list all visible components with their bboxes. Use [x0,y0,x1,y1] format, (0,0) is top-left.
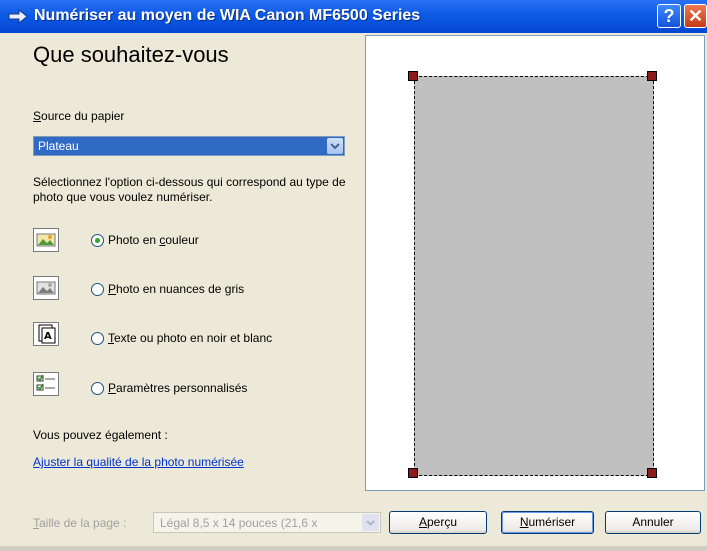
custom-settings-radio[interactable] [91,382,104,395]
adjust-quality-link[interactable]: Ajuster la qualité de la photo numérisée [33,455,244,469]
option-2-post: hoto en nuances de gris [116,282,245,296]
page-size-label-rest: aille de la page : [39,516,127,530]
color-photo-radio[interactable] [91,234,104,247]
text-bw-icon: A [33,322,59,346]
option-2-key: P [108,282,117,296]
chevron-down-icon [362,514,379,531]
help-button[interactable]: ? [657,4,681,28]
scan-dialog: Numériser au moyen de WIA Canon MF6500 S… [0,0,707,551]
page-title: Que souhaitez-vous [33,42,229,67]
color-photo-icon [33,228,59,252]
svg-text:A: A [44,331,52,342]
option-1-pre: Photo en [108,233,160,247]
scan-area[interactable] [414,76,654,476]
crop-handle-bottom-right[interactable] [647,468,657,478]
cancel-button[interactable]: Annuler [605,511,701,534]
scan-button-post: umériser [528,515,576,529]
instruction-text: Sélectionnez l'option ci-dessous qui cor… [33,175,346,204]
close-button[interactable]: ✕ [684,4,707,28]
crop-handle-bottom-left[interactable] [408,468,418,478]
bottom-strip [0,546,707,551]
option-1-post: ouleur [165,233,199,247]
scan-button[interactable]: Numériser [501,511,594,534]
paper-source-select[interactable]: Plateau [33,136,345,156]
text-bw-label[interactable]: Texte ou photo en noir et blanc [108,331,272,345]
paper-source-label: Source du papier [33,109,124,123]
grayscale-photo-radio[interactable] [91,283,104,296]
scanner-icon [8,8,28,25]
page-size-select: Légal 8,5 x 14 pouces (21,6 x [153,512,381,533]
option-4-key: P [108,381,117,395]
option-3-post: exte ou photo en noir et blanc [114,331,273,345]
custom-settings-label[interactable]: Paramètres personnalisés [108,381,247,395]
preview-button-post: perçu [426,515,458,529]
paper-source-value: Plateau [38,139,79,153]
option-4-post: aramètres personnalisés [116,381,248,395]
page-size-value: Légal 8,5 x 14 pouces (21,6 x [160,516,318,530]
page-size-label: Taille de la page : [33,516,126,530]
grayscale-photo-icon [33,276,59,300]
paper-source-label-key: S [33,109,42,123]
chevron-down-icon[interactable] [327,138,343,154]
text-bw-radio[interactable] [91,332,104,345]
also-text: Vous pouvez également : [33,428,168,442]
preview-button[interactable]: Aperçu [389,511,487,534]
paper-source-label-rest: ource du papier [41,109,125,123]
crop-handle-top-right[interactable] [647,71,657,81]
window-title: Numériser au moyen de WIA Canon MF6500 S… [34,7,421,24]
color-photo-label[interactable]: Photo en couleur [108,233,199,247]
crop-handle-top-left[interactable] [408,71,418,81]
title-bar[interactable]: Numériser au moyen de WIA Canon MF6500 S… [0,0,707,33]
grayscale-photo-label[interactable]: Photo en nuances de gris [108,282,244,296]
preview-button-key: A [418,515,427,529]
custom-settings-icon [33,372,59,396]
